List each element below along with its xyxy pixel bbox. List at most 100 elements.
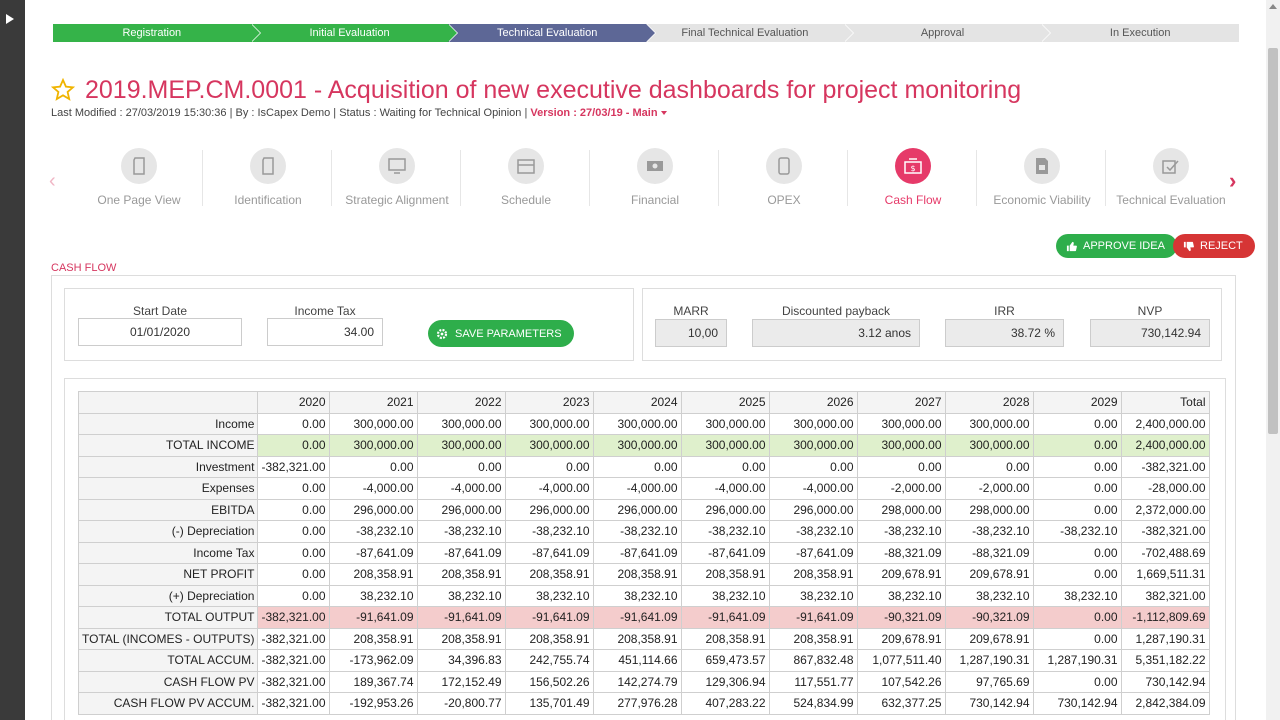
document-chart-icon <box>1036 158 1048 174</box>
table-cell: -2,000.00 <box>856 477 946 500</box>
tab-technical-evaluation[interactable]: Technical Evaluation <box>1107 148 1235 210</box>
table-cell: 208,358.91 <box>504 627 594 650</box>
table-row: Income 0.00 300,000.00 300,000.00 300,000.00… <box>77 412 1210 435</box>
thumbs-up-icon <box>1066 241 1077 251</box>
table-cell: -90,321.09 <box>856 606 946 629</box>
table-row: TOTAL (INCOMES - OUTPUTS) -382,321.00 208,… <box>77 627 1210 650</box>
table-cell: -91,641.09 <box>416 606 506 629</box>
expand-sidebar-icon[interactable] <box>6 14 14 24</box>
tab-economic-viability[interactable]: Economic Viability <box>978 148 1106 210</box>
tab-identification[interactable]: Identification <box>204 148 332 210</box>
income-tax-input[interactable]: 34.00 <box>267 318 383 346</box>
step-final-technical-evaluation[interactable]: Final Technical Evaluation <box>646 24 854 42</box>
table-cell: 0.00 <box>257 498 330 521</box>
table-cell: 208,358.91 <box>680 627 770 650</box>
reject-button[interactable]: REJECT <box>1173 234 1255 258</box>
step-technical-evaluation[interactable]: Technical Evaluation <box>448 24 657 42</box>
row-label: TOTAL OUTPUT <box>77 606 259 629</box>
step-approval[interactable]: Approval <box>843 24 1052 42</box>
nvp-value: 730,142.94 <box>1090 319 1210 347</box>
step-registration[interactable]: Registration <box>53 24 261 42</box>
column-header: 2029 <box>1032 391 1122 414</box>
table-cell: 209,678.91 <box>856 563 946 586</box>
column-header: 2024 <box>592 391 682 414</box>
tab-opex[interactable]: OPEX <box>720 148 848 210</box>
module-tabs: ‹ One Page View Identification Strategic… <box>45 144 1245 212</box>
irr-value: 38.72 % <box>945 319 1064 347</box>
table-cell: -4,000.00 <box>592 477 682 500</box>
table-row: CASH FLOW PV ACCUM. -382,321.00 -192,953.2… <box>77 692 1210 715</box>
table-cell: -91,641.09 <box>592 606 682 629</box>
table-cell: 300,000.00 <box>856 434 946 457</box>
tab-strategic-alignment[interactable]: Strategic Alignment <box>333 148 461 210</box>
approve-idea-button[interactable]: APPROVE IDEA <box>1056 234 1177 258</box>
table-cell: -4,000.00 <box>680 477 770 500</box>
table-cell: -87,641.09 <box>328 541 418 564</box>
table-cell: 0.00 <box>768 455 858 478</box>
scroll-up-icon[interactable] <box>1269 4 1277 9</box>
save-parameters-button[interactable]: SAVE PARAMETERS <box>428 320 574 347</box>
table-cell: 300,000.00 <box>328 434 418 457</box>
table-cell: -87,641.09 <box>504 541 594 564</box>
column-header: 2020 <box>257 391 330 414</box>
table-cell: 659,473.57 <box>680 649 770 672</box>
chevron-left-icon[interactable]: ‹ <box>49 170 56 193</box>
table-cell: 0.00 <box>856 455 946 478</box>
table-cell: 38,232.10 <box>504 584 594 607</box>
table-cell: 296,000.00 <box>504 498 594 521</box>
row-label: Expenses <box>77 477 259 500</box>
table-cell: 208,358.91 <box>768 563 858 586</box>
table-cell: 0.00 <box>257 541 330 564</box>
column-header: 2028 <box>944 391 1034 414</box>
chevron-right-icon[interactable]: › <box>1229 168 1236 194</box>
row-label: NET PROFIT <box>77 563 259 586</box>
table-cell: -87,641.09 <box>416 541 506 564</box>
page-icon <box>133 157 145 175</box>
page-scrollbar[interactable] <box>1266 0 1280 720</box>
tab-schedule[interactable]: Schedule <box>462 148 590 210</box>
record-meta: Last Modified : 27/03/2019 15:30:36 | By… <box>51 107 667 119</box>
table-cell: 38,232.10 <box>328 584 418 607</box>
thumbs-down-icon <box>1183 241 1194 251</box>
table-cell: 208,358.91 <box>592 563 682 586</box>
table-cell: 524,834.99 <box>768 692 858 715</box>
table-cell: -382,321.00 <box>257 627 330 650</box>
table-cell: -38,232.10 <box>416 520 506 543</box>
step-initial-evaluation[interactable]: Initial Evaluation <box>250 24 459 42</box>
version-selector[interactable]: Version : 27/03/19 - Main <box>530 107 667 119</box>
table-cell: 300,000.00 <box>504 412 594 435</box>
money-icon <box>647 161 663 171</box>
row-label: Income <box>77 412 259 435</box>
table-cell: 0.00 <box>1032 627 1122 650</box>
table-cell: -88,321.09 <box>944 541 1034 564</box>
table-cell: 208,358.91 <box>680 563 770 586</box>
table-cell: 300,000.00 <box>856 412 946 435</box>
table-cell: 0.00 <box>1032 606 1122 629</box>
workflow-steps: Registration Initial Evaluation Technica… <box>53 24 1240 42</box>
tab-financial[interactable]: Financial <box>591 148 719 210</box>
table-cell: 300,000.00 <box>592 434 682 457</box>
table-cell: 0.00 <box>1032 541 1122 564</box>
table-row: Income Tax 0.00 -87,641.09 -87,641.09 -87,64… <box>77 541 1210 564</box>
favorite-star-icon[interactable] <box>51 78 75 102</box>
tab-one-page-view[interactable]: One Page View <box>75 148 203 210</box>
step-in-execution[interactable]: In Execution <box>1041 24 1240 42</box>
table-cell: -382,321.00 <box>1120 520 1210 543</box>
tab-cash-flow[interactable]: $ Cash Flow <box>849 148 977 210</box>
marr-label: MARR <box>673 304 709 318</box>
scrollbar-thumb[interactable] <box>1268 48 1278 434</box>
table-cell: 209,678.91 <box>944 563 1034 586</box>
row-label: (-) Depreciation <box>77 520 259 543</box>
table-cell: 730,142.94 <box>1120 670 1210 693</box>
table-cell: 300,000.00 <box>768 434 858 457</box>
start-date-input[interactable]: 01/01/2020 <box>78 318 242 346</box>
table-cell: 0.00 <box>257 477 330 500</box>
table-cell: 38,232.10 <box>416 584 506 607</box>
table-cell: -4,000.00 <box>416 477 506 500</box>
table-cell: 296,000.00 <box>592 498 682 521</box>
table-cell: 632,377.25 <box>856 692 946 715</box>
table-cell: -91,641.09 <box>768 606 858 629</box>
table-cell: -87,641.09 <box>680 541 770 564</box>
income-tax-label: Income Tax <box>294 304 356 318</box>
table-cell: 189,367.74 <box>328 670 418 693</box>
